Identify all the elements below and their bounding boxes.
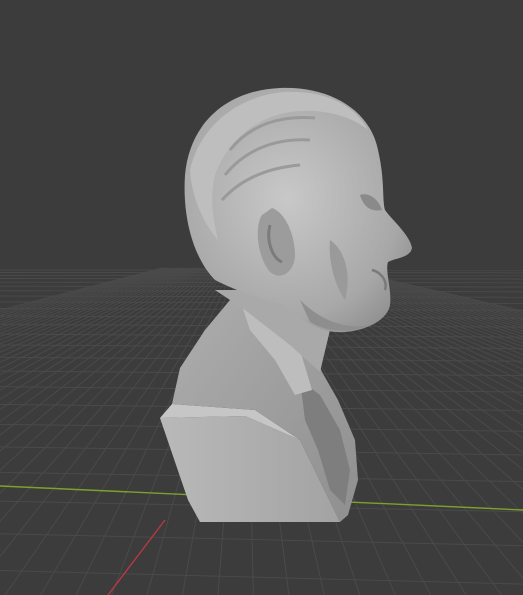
grid-line xyxy=(0,533,523,547)
3d-viewport[interactable] xyxy=(0,0,523,595)
sculpted-bust-model[interactable] xyxy=(160,87,412,522)
grid-line xyxy=(0,570,523,585)
viewport-scene[interactable] xyxy=(0,0,523,595)
